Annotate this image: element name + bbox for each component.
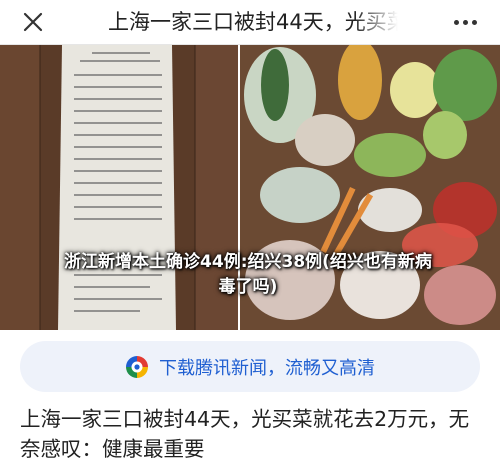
close-icon — [23, 12, 43, 32]
hero-caption: 浙江新增本土确诊44例:绍兴38例(绍兴也有新病毒了吗) — [64, 252, 432, 297]
download-app-button[interactable]: 下载腾讯新闻，流畅又高清 — [20, 341, 480, 392]
top-bar: 上海一家三口被封44天，光买菜就花去2万元，无奈感叹：健康最重要 — [0, 0, 500, 45]
download-app-label: 下载腾讯新闻，流畅又高清 — [159, 357, 375, 379]
article-headline: 上海一家三口被封44天，光买菜就花去2万元，无奈感叹：健康最重要 — [20, 407, 470, 461]
hero-image[interactable]: 浙江新增本土确诊44例:绍兴38例(绍兴也有新病毒了吗) — [0, 45, 500, 330]
page-title: 上海一家三口被封44天，光买菜就花去2万元，无奈感叹：健康最重要 — [108, 10, 398, 34]
close-button[interactable] — [20, 9, 46, 35]
tencent-news-icon — [126, 355, 148, 378]
more-button[interactable] — [450, 10, 480, 34]
more-dots-icon — [453, 19, 459, 25]
